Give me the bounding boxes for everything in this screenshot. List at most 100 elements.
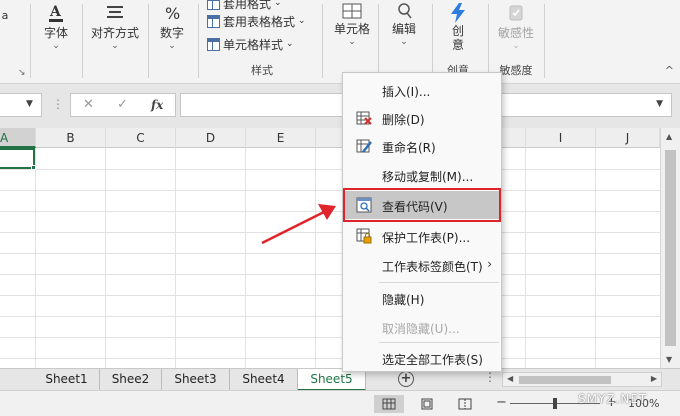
- scroll-left-icon[interactable]: ◀: [507, 374, 513, 383]
- column-header[interactable]: A: [0, 128, 36, 148]
- ribbon-separator: [544, 4, 545, 78]
- cell-styles-button[interactable]: 单元格样式 ⌄: [207, 35, 294, 53]
- ribbon-separator: [432, 4, 433, 78]
- add-sheet-icon[interactable]: +: [398, 371, 414, 387]
- sheet-tab[interactable]: Sheet4: [230, 369, 298, 391]
- menu-item-move-copy[interactable]: 移动或复制(M)...: [344, 161, 500, 189]
- chevron-down-icon: ⌄: [52, 41, 60, 51]
- menu-item-select-all-sheets[interactable]: 选定全部工作表(S): [344, 344, 500, 372]
- table-format-icon: [207, 0, 220, 10]
- column-header[interactable]: I: [526, 128, 596, 148]
- sensitivity-icon: [509, 5, 523, 21]
- ribbon-separator: [488, 4, 489, 78]
- active-cell[interactable]: [0, 148, 35, 169]
- insert-function-icon[interactable]: fx: [151, 98, 163, 112]
- font-icon: A: [49, 4, 63, 22]
- grid-line: [245, 148, 246, 368]
- clipboard-launcher-icon[interactable]: ↘: [18, 68, 26, 78]
- sheet-tab[interactable]: Sheet3: [162, 369, 230, 391]
- menu-item-insert[interactable]: 插入(I)...: [344, 76, 500, 104]
- chevron-down-icon: ⌄: [348, 37, 356, 47]
- search-icon: [398, 3, 412, 19]
- page-layout-icon: [421, 398, 433, 410]
- column-header[interactable]: E: [246, 128, 316, 148]
- grid-line: [105, 148, 106, 368]
- menu-item-protect-sheet[interactable]: 保护工作表(P)...: [344, 222, 500, 250]
- menu-item-hide[interactable]: 隐藏(H): [344, 284, 500, 312]
- cell-styles-icon: [207, 37, 220, 51]
- menu-item-delete[interactable]: 删除(D): [344, 104, 500, 132]
- vertical-scrollbar[interactable]: ▲ ▼: [660, 128, 680, 368]
- expand-formula-icon[interactable]: ▼: [656, 99, 663, 109]
- column-header[interactable]: J: [596, 128, 660, 148]
- create-label: 创意: [451, 24, 464, 52]
- column-header[interactable]: D: [176, 128, 246, 148]
- conditional-format-label: 套用格式: [223, 0, 272, 11]
- chevron-down-icon[interactable]: ▼: [26, 99, 33, 109]
- menu-item-label: 重命名(R): [382, 141, 436, 155]
- sheet-tab[interactable]: Sheet1: [34, 369, 100, 391]
- page-layout-view-button[interactable]: [412, 395, 442, 413]
- scroll-up-icon[interactable]: ▲: [666, 132, 672, 141]
- number-button[interactable]: % 数字 ⌄: [152, 2, 192, 51]
- zoom-out-icon[interactable]: −: [496, 395, 507, 410]
- zoom-slider-knob[interactable]: [553, 398, 557, 409]
- menu-item-rename[interactable]: 重命名(R): [344, 132, 500, 160]
- chevron-down-icon: ⌄: [111, 41, 119, 51]
- grid-line: [0, 295, 660, 296]
- formula-bar: ▼ ⋮ ✕ ✓ fx ▼: [0, 92, 680, 118]
- grid-line: [175, 148, 176, 368]
- conditional-format-button[interactable]: 套用格式 ⌄: [207, 0, 282, 12]
- menu-item-label: 隐藏(H): [382, 293, 425, 307]
- ribbon-separator: [198, 4, 199, 78]
- editing-button[interactable]: 编辑 ⌄: [384, 2, 424, 47]
- alignment-label: 对齐方式: [90, 26, 139, 40]
- chevron-down-icon: ⌄: [298, 16, 306, 26]
- cells-button[interactable]: 单元格 ⌄: [330, 2, 374, 47]
- enter-icon[interactable]: ✓: [117, 97, 128, 112]
- percent-icon: %: [165, 4, 180, 23]
- styles-group-label: 样式: [251, 64, 273, 77]
- grid-line: [0, 253, 660, 254]
- menu-item-tab-color[interactable]: 工作表标签颜色(T) ›: [344, 251, 500, 279]
- tab-split-icon[interactable]: ⋮: [484, 370, 496, 384]
- sheet-tab-active[interactable]: Sheet5: [298, 369, 366, 391]
- normal-view-button[interactable]: [374, 395, 404, 413]
- scroll-down-icon[interactable]: ▼: [666, 355, 672, 364]
- menu-item-label: 移动或复制(M)...: [382, 170, 474, 184]
- highlight-box: [343, 188, 501, 222]
- grid-line: [0, 190, 660, 191]
- fill-handle[interactable]: [31, 165, 36, 170]
- worksheet-grid[interactable]: A B C D E F G H I J ▲ ▼: [0, 128, 680, 368]
- sensitivity-group-label: 敏感度: [499, 64, 533, 77]
- grid-line: [0, 211, 660, 212]
- horizontal-scroll-thumb[interactable]: [519, 376, 611, 384]
- sheet-tab[interactable]: Shee2: [100, 369, 162, 391]
- grid-line: [0, 169, 660, 170]
- name-box[interactable]: ▼: [0, 93, 42, 117]
- format-as-table-button[interactable]: 套用表格格式 ⌄: [207, 12, 306, 30]
- collapse-ribbon-icon[interactable]: ^: [665, 64, 674, 77]
- vertical-scroll-thumb[interactable]: [665, 150, 676, 346]
- format-as-table-label: 套用表格格式: [223, 14, 296, 29]
- horizontal-scrollbar[interactable]: ◀ ▶: [502, 372, 662, 387]
- table-format-icon: [207, 14, 220, 28]
- font-button[interactable]: A 字体 ⌄: [38, 2, 74, 51]
- create-button[interactable]: 创意: [440, 2, 476, 52]
- menu-separator: [379, 282, 499, 283]
- menu-item-label: 选定全部工作表(S): [382, 353, 483, 367]
- page-break-icon: [458, 398, 472, 410]
- column-header[interactable]: C: [106, 128, 176, 148]
- menu-item-label: 删除(D): [382, 113, 425, 127]
- formula-bar-grip-icon[interactable]: ⋮: [52, 97, 64, 111]
- scroll-right-icon[interactable]: ▶: [651, 374, 657, 383]
- page-break-view-button[interactable]: [450, 395, 480, 413]
- font-label: 字体: [43, 26, 68, 40]
- editing-label: 编辑: [391, 22, 416, 36]
- cells-icon: [342, 3, 362, 19]
- cancel-icon[interactable]: ✕: [83, 97, 94, 112]
- sensitivity-button[interactable]: 敏感性 ⌄: [496, 2, 536, 51]
- column-header[interactable]: B: [36, 128, 106, 148]
- menu-item-unhide: 取消隐藏(U)...: [344, 313, 500, 341]
- alignment-button[interactable]: 对齐方式 ⌄: [86, 2, 144, 51]
